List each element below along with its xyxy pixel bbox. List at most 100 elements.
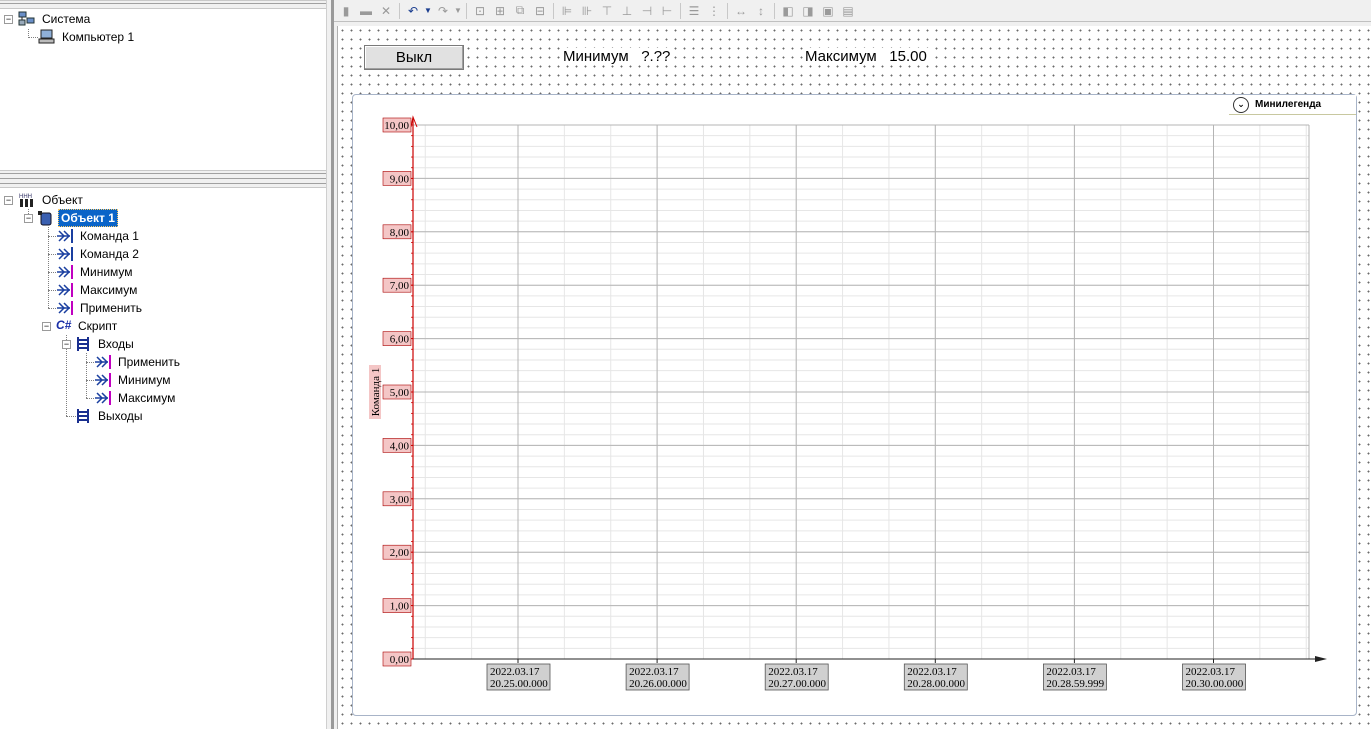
collapse-toggle[interactable]: −: [4, 196, 13, 205]
y-axis-title: Команда 1: [370, 368, 382, 416]
tree-item-command[interactable]: Команда 1: [56, 227, 141, 245]
tree-item-input[interactable]: Применить: [94, 353, 182, 371]
y-tick-label: 7,00: [390, 280, 410, 292]
tree-item-command[interactable]: Применить: [56, 299, 144, 317]
spacing-v-icon[interactable]: ⋮: [704, 2, 724, 20]
toolbar: ▮ ▬ ✕ ↶ ▼ ↷ ▼ ⊡ ⊞ ⧉ ⊟ ⊫ ⊪ ⊤ ⊥ ⊣ ⊢ ☰ ⋮ ↔ …: [334, 0, 1371, 22]
collapse-toggle[interactable]: −: [4, 15, 13, 24]
tree-label: Выходы: [98, 409, 143, 423]
x-tick-label-date: 2022.03.17: [907, 666, 957, 678]
y-tick-label: 4,00: [390, 440, 410, 452]
csharp-icon: C#: [56, 318, 72, 332]
tree-item-object-root[interactable]: HHH Объект: [18, 191, 85, 209]
y-tick-label: 0,00: [390, 654, 410, 666]
tree-item-script[interactable]: C# Скрипт: [56, 317, 119, 335]
x-tick-label-time: 20.28.00.000: [907, 678, 965, 690]
x-tick-label-time: 20.28.59.999: [1046, 678, 1104, 690]
panel-grip[interactable]: [0, 0, 326, 9]
ungroup-icon[interactable]: ⊞: [490, 2, 510, 20]
same-height-icon[interactable]: ↕: [751, 2, 771, 20]
x-tick-label-date: 2022.03.17: [629, 666, 679, 678]
left-panel: − Система Компьютер 1 − HHH Объект − Объ…: [0, 0, 326, 729]
tree-label: Минимум: [80, 265, 133, 279]
tree-item-command[interactable]: Команда 2: [56, 245, 141, 263]
tree-item-input[interactable]: Минимум: [94, 371, 173, 389]
y-tick-label: 10,00: [384, 120, 409, 132]
minilegend-label: Минилегенда: [1255, 99, 1322, 110]
collapse-toggle[interactable]: −: [62, 340, 71, 349]
vertical-splitter[interactable]: [326, 0, 334, 729]
signal-arrow-icon: [56, 300, 74, 316]
dropdown-icon[interactable]: ▼: [423, 2, 433, 20]
off-button[interactable]: Выкл: [364, 45, 464, 70]
tree-label: Скрипт: [78, 319, 118, 333]
forward-icon[interactable]: ▣: [818, 2, 838, 20]
tree-item-system[interactable]: Система: [18, 10, 92, 28]
signal-arrow-icon: [94, 390, 112, 406]
signal-arrow-icon: [56, 246, 74, 262]
y-tick-label: 9,00: [390, 173, 410, 185]
maximum-readout: Максимум 15.00: [803, 48, 929, 65]
align-bottom-icon[interactable]: ⊥: [617, 2, 637, 20]
tree-item-computer[interactable]: Компьютер 1: [38, 28, 136, 46]
x-tick-label-time: 20.30.00.000: [1186, 678, 1244, 690]
chevron-down-icon[interactable]: ⌄: [1233, 96, 1249, 113]
collapse-toggle[interactable]: −: [24, 214, 33, 223]
paste-icon[interactable]: ▬: [356, 2, 376, 20]
trend-chart[interactable]: 0,00 1,00 2,00 3,00 4,00 5,00 6,00 7,00 8,00 9,00…: [352, 94, 1357, 716]
network-icon: [18, 11, 36, 27]
same-width-icon[interactable]: ↔: [731, 2, 751, 20]
center-v-icon[interactable]: ⊢: [657, 2, 677, 20]
backward-icon[interactable]: ▤: [838, 2, 858, 20]
signal-arrow-icon: [56, 264, 74, 280]
redo-icon[interactable]: ↷: [433, 2, 453, 20]
signal-arrow-icon: [56, 282, 74, 298]
group-icon[interactable]: ⊡: [470, 2, 490, 20]
tree-label: Система: [42, 12, 91, 26]
ladder-icon: [74, 408, 92, 424]
tree-item-outputs[interactable]: Выходы: [74, 407, 145, 425]
y-tick-label: 3,00: [390, 494, 410, 506]
tree-label-selected: Объект 1: [58, 209, 118, 227]
dropdown-icon[interactable]: ▼: [453, 2, 463, 20]
tree-item-inputs[interactable]: Входы: [74, 335, 136, 353]
device-icon: [36, 210, 54, 226]
tree-item-command[interactable]: Максимум: [56, 281, 139, 299]
minilegend[interactable]: ⌄ Минилегенда: [1229, 95, 1356, 115]
align-left-icon[interactable]: ⊫: [557, 2, 577, 20]
copy-icon[interactable]: ▮: [336, 2, 356, 20]
tree-label: Команда 1: [80, 229, 139, 243]
maximum-value: 15.00: [889, 48, 927, 65]
computer-icon: [38, 29, 56, 45]
spacing-h-icon[interactable]: ☰: [684, 2, 704, 20]
x-tick-label-date: 2022.03.17: [490, 666, 540, 678]
tree-label: Минимум: [118, 373, 171, 387]
signal-arrow-icon: [94, 372, 112, 388]
bring-front-icon[interactable]: ◧: [778, 2, 798, 20]
x-tick-label-date: 2022.03.17: [768, 666, 818, 678]
center-h-icon[interactable]: ⊣: [637, 2, 657, 20]
tree-item-input[interactable]: Максимум: [94, 389, 177, 407]
tree-label: Входы: [98, 337, 134, 351]
panel-splitter[interactable]: [0, 170, 326, 188]
tree-item-object-1[interactable]: Объект 1: [36, 209, 118, 227]
undo-icon[interactable]: ↶: [403, 2, 423, 20]
ladder-icon: [74, 336, 92, 352]
tree-label: Максимум: [80, 283, 138, 297]
collapse-toggle[interactable]: −: [42, 322, 51, 331]
align-top-icon[interactable]: ⊤: [597, 2, 617, 20]
cut-icon[interactable]: ✕: [376, 2, 396, 20]
align-right-icon[interactable]: ⊪: [577, 2, 597, 20]
x-axis-arrow: [1315, 656, 1327, 662]
tree-item-command[interactable]: Минимум: [56, 263, 135, 281]
design-canvas[interactable]: Выкл Минимум ?.?? Максимум 15.00 0,00 1,0…: [337, 26, 1371, 729]
y-tick-label: 2,00: [390, 547, 410, 559]
tree-label: Применить: [80, 301, 143, 315]
send-back-icon[interactable]: ◨: [798, 2, 818, 20]
tree-label: Команда 2: [80, 247, 139, 261]
regroup-icon[interactable]: ⧉: [510, 2, 530, 20]
y-tick-label: 8,00: [390, 227, 410, 239]
signal-arrow-icon: [94, 354, 112, 370]
dock-icon[interactable]: ⊟: [530, 2, 550, 20]
object-tree: − HHH Объект − Объект 1 Команда 1 Команда…: [0, 190, 326, 729]
